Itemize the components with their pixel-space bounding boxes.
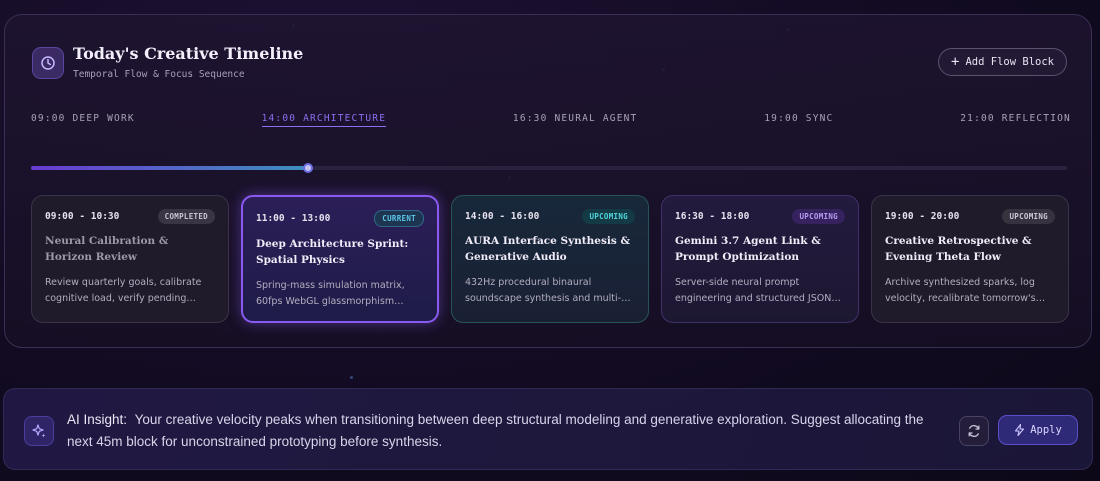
add-flow-block-button[interactable]: + Add Flow Block (938, 48, 1067, 76)
apply-insight-button[interactable]: Apply (998, 415, 1078, 445)
flow-block-title: Neural Calibration & Horizon Review (45, 235, 169, 263)
flow-block-title: Creative Retrospective & Evening Theta F… (885, 235, 1032, 263)
apply-label: Apply (1030, 424, 1062, 436)
plus-icon: + (951, 54, 960, 70)
add-flow-block-label: Add Flow Block (965, 56, 1054, 68)
page-subtitle: Temporal Flow & Focus Sequence (73, 69, 245, 80)
timeline-progress-fill (31, 166, 308, 170)
phase-tab-sync[interactable]: 19:00 SYNC (764, 113, 833, 127)
flow-block-time: 14:00 - 16:00 (465, 211, 540, 222)
flow-block-time: 16:30 - 18:00 (675, 211, 750, 222)
page-title: Today's Creative Timeline (73, 44, 304, 63)
flow-block-title: Gemini 3.7 Agent Link & Prompt Optimizat… (675, 235, 821, 263)
flow-block-description: Server-side neural prompt engineering an… (675, 277, 832, 304)
bolt-icon (1015, 424, 1025, 436)
flow-block-time: 19:00 - 20:00 (885, 211, 960, 222)
clock-icon (32, 47, 64, 79)
flow-block-list: 09:00 - 10:30 COMPLETED Neural Calibrati… (31, 195, 1069, 323)
flow-block-card[interactable]: 09:00 - 10:30 COMPLETED Neural Calibrati… (31, 195, 229, 323)
phase-nav: 09:00 DEEP WORK 14:00 ARCHITECTURE 16:30… (31, 113, 1071, 127)
flow-block-card[interactable]: 16:30 - 18:00 UPCOMING Gemini 3.7 Agent … (661, 195, 859, 323)
timeline-progress-handle[interactable] (302, 163, 313, 173)
flow-block-time: 09:00 - 10:30 (45, 211, 120, 222)
status-badge: COMPLETED (157, 209, 215, 224)
timeline-panel: Today's Creative Timeline Temporal Flow … (4, 14, 1092, 348)
timeline-progress-track (31, 163, 1067, 173)
sparkle-icon (24, 416, 54, 446)
flow-block-description: 432Hz procedural binaural soundscape syn… (465, 277, 622, 304)
refresh-icon (968, 425, 980, 437)
ai-insight-message: Your creative velocity peaks when transi… (67, 412, 924, 449)
flow-block-description: Archive synthesized sparks, log velocity… (885, 277, 1036, 304)
flow-block-title: Deep Architecture Sprint: Spatial Physic… (256, 238, 409, 266)
flow-block-time: 11:00 - 13:00 (256, 213, 331, 224)
phase-tab-reflection[interactable]: 21:00 REFLECTION (960, 113, 1071, 127)
status-badge: UPCOMING (582, 209, 635, 224)
status-badge: CURRENT (374, 210, 424, 227)
phase-tab-deep-work[interactable]: 09:00 DEEP WORK (31, 113, 135, 127)
flow-block-card[interactable]: 14:00 - 16:00 UPCOMING AURA Interface Sy… (451, 195, 649, 323)
phase-tab-architecture[interactable]: 14:00 ARCHITECTURE (261, 113, 387, 127)
phase-tab-neural-agent[interactable]: 16:30 NEURAL AGENT (513, 113, 638, 127)
background-star (350, 376, 353, 379)
refresh-insight-button[interactable] (959, 416, 989, 446)
flow-block-title: AURA Interface Synthesis & Generative Au… (465, 235, 630, 263)
status-badge: UPCOMING (1002, 209, 1055, 224)
ai-insight-text: AI Insight: Your creative velocity peaks… (67, 409, 947, 453)
flow-block-description: Review quarterly goals, calibrate cognit… (45, 277, 202, 304)
status-badge: UPCOMING (792, 209, 845, 224)
flow-block-card-current[interactable]: 11:00 - 13:00 CURRENT Deep Architecture … (241, 195, 439, 323)
ai-insight-panel: AI Insight: Your creative velocity peaks… (3, 388, 1093, 470)
flow-block-description: Spring-mass simulation matrix, 60fps Web… (256, 280, 405, 307)
flow-block-card[interactable]: 19:00 - 20:00 UPCOMING Creative Retrospe… (871, 195, 1069, 323)
ai-insight-label: AI Insight: (67, 412, 128, 427)
